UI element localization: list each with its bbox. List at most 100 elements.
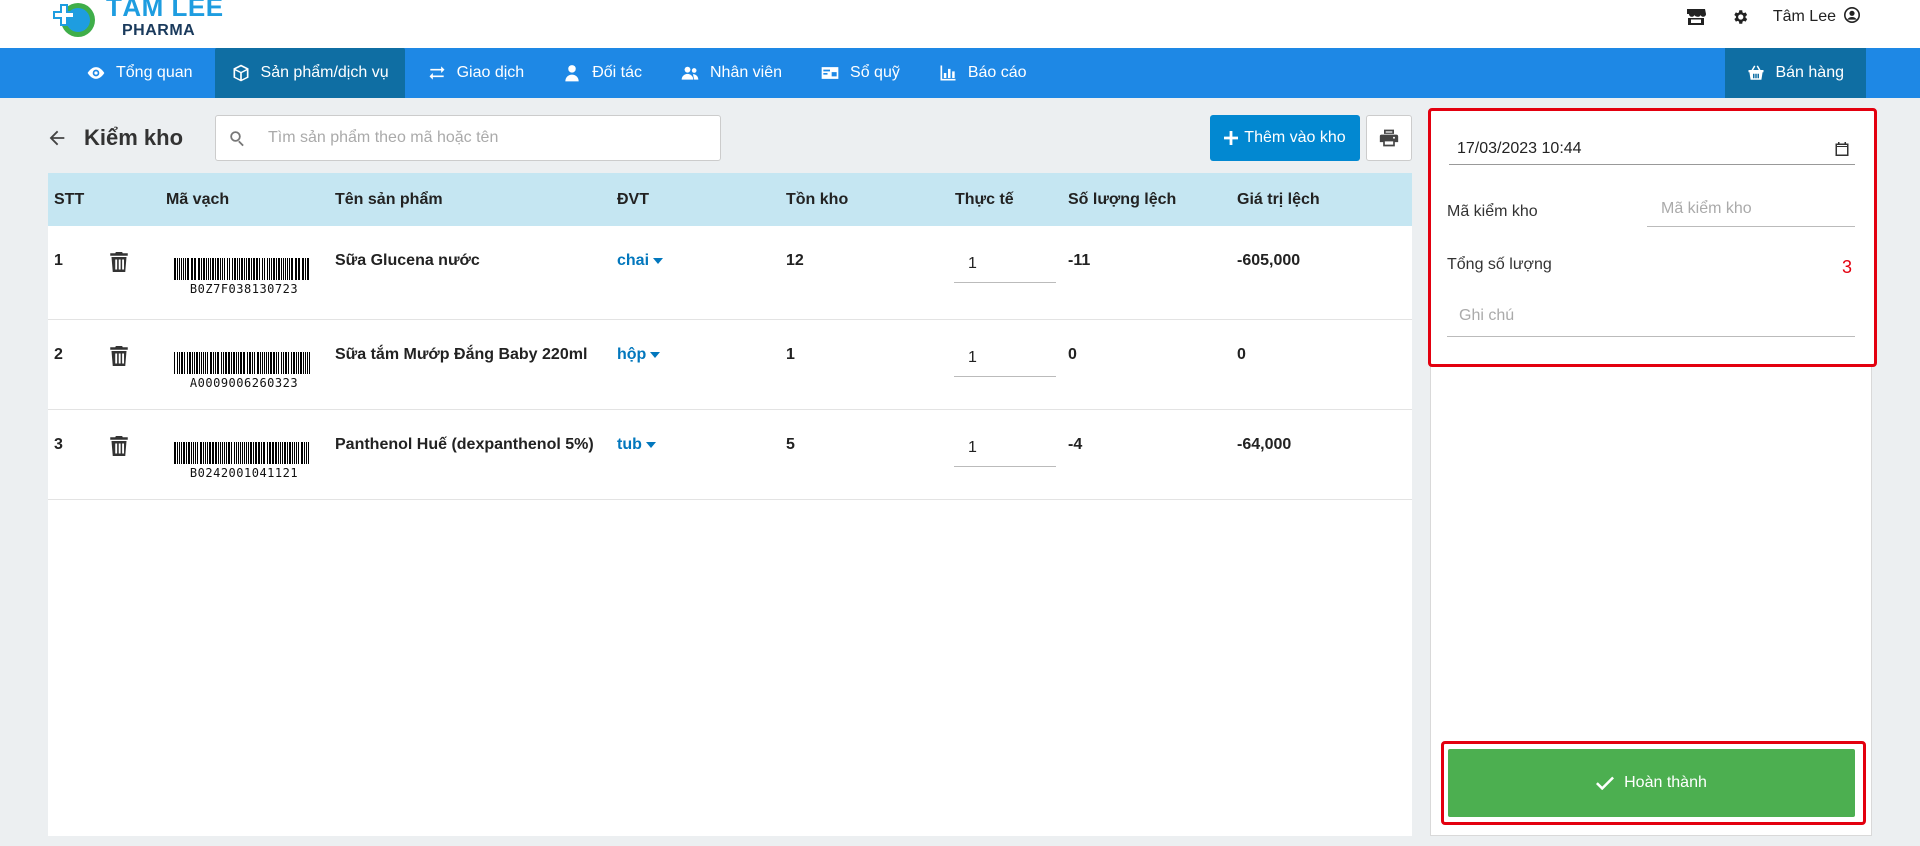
barcode: B0242001041121 (174, 442, 314, 480)
col-actual: Thực tế (955, 190, 1014, 208)
trash-icon[interactable] (110, 436, 128, 456)
col-stock: Tồn kho (786, 190, 849, 208)
logo[interactable]: TÂM LEE PHARMA (52, 0, 224, 42)
datetime-field[interactable]: 17/03/2023 10:44 (1449, 133, 1855, 165)
product-name: Panthenol Huế (dexpanthenol 5%) (335, 436, 594, 453)
diff-value: 0 (1237, 346, 1246, 363)
money-card-icon (821, 67, 839, 79)
nav-label: Nhân viên (709, 64, 783, 81)
col-barcode: Mã vạch (166, 190, 230, 208)
barcode-number: B0242001041121 (189, 466, 299, 480)
table-row: 2 A0009006260323 Sữa tắm Mướp Đắng Baby … (48, 320, 1412, 410)
store-icon[interactable] (1685, 6, 1707, 28)
stocktake-form: 17/03/2023 10:44 Mã kiểm kho Tổng số lượ… (1428, 108, 1877, 367)
user-name: Tâm Lee (1772, 8, 1836, 25)
diff-qty: -4 (1068, 436, 1083, 453)
main-nav: Tổng quan Sản phẩm/dịch vụ Giao dịch Đối… (0, 48, 1920, 98)
code-label: Mã kiểm kho (1447, 203, 1538, 220)
nav-label: Báo cáo (967, 64, 1027, 81)
caret-down-icon (653, 258, 664, 264)
table-header: STT Mã vạch Tên sản phẩm ĐVT Tồn kho Thự… (48, 173, 1412, 226)
top-header: TÂM LEE PHARMA Tâm Lee (0, 0, 1920, 48)
row-stt: 3 (54, 436, 63, 453)
print-button[interactable] (1366, 115, 1412, 161)
product-name: Sữa tắm Mướp Đắng Baby 220ml (335, 346, 588, 363)
product-search (215, 115, 721, 161)
calendar-icon[interactable] (1835, 141, 1849, 156)
note-input[interactable] (1447, 299, 1855, 337)
page-title: Kiểm kho (84, 125, 184, 150)
barcode-bars (174, 442, 314, 464)
finish-label: Hoàn thành (1624, 774, 1707, 791)
actual-qty-input[interactable] (954, 245, 1056, 283)
unit-dropdown[interactable]: hộp (617, 346, 661, 364)
plus-icon (1224, 131, 1239, 145)
col-unit: ĐVT (617, 190, 649, 208)
back-arrow-icon[interactable] (46, 127, 68, 149)
page-header: Kiểm kho (46, 114, 183, 162)
col-diff-value: Giá trị lệch (1237, 190, 1320, 208)
diff-qty: 0 (1068, 346, 1077, 363)
barcode-number: B0Z7F038130723 (189, 282, 299, 296)
eye-icon (87, 67, 105, 79)
nav-item-staff[interactable]: Nhân viên (664, 48, 798, 98)
caret-down-icon (645, 442, 656, 448)
stock-qty: 1 (786, 346, 795, 363)
nav-item-partners[interactable]: Đối tác (546, 48, 658, 98)
search-input[interactable] (268, 129, 708, 147)
printer-icon (1379, 129, 1399, 147)
col-stt: STT (54, 190, 85, 208)
datetime-value: 17/03/2023 10:44 (1457, 139, 1582, 157)
box-icon (233, 64, 249, 82)
barcode: A0009006260323 (174, 352, 314, 390)
finish-button[interactable]: Hoàn thành (1448, 749, 1855, 817)
nav-label: Giao dịch (456, 64, 525, 81)
nav-item-products[interactable]: Sản phẩm/dịch vụ (214, 48, 405, 98)
exchange-icon (429, 66, 445, 80)
gear-icon[interactable] (1729, 6, 1751, 28)
add-to-stock-button[interactable]: Thêm vào kho (1210, 115, 1360, 161)
user-circle-icon (1844, 6, 1860, 28)
unit-dropdown[interactable]: chai (617, 252, 664, 270)
logo-mark-icon (52, 0, 100, 42)
check-icon (1596, 776, 1615, 790)
nav-label: Sản phẩm/dịch vụ (260, 64, 389, 81)
nav-item-transactions[interactable]: Giao dịch (411, 48, 541, 98)
table-row: 3 B0242001041121 Panthenol Huế (dexpanth… (48, 410, 1412, 500)
barcode-number: A0009006260323 (189, 376, 299, 390)
col-product-name: Tên sản phẩm (335, 190, 443, 208)
unit-dropdown[interactable]: tub (617, 436, 656, 454)
diff-qty: -11 (1068, 252, 1091, 269)
unit-label: chai (617, 252, 650, 269)
table-row: 1 B0Z7F038130723 Sữa Glucena nước chai 1… (48, 226, 1412, 320)
nav-item-cashbook[interactable]: Sổ quỹ (804, 48, 916, 98)
nav-label: Đối tác (592, 64, 642, 81)
user-tie-icon (565, 65, 579, 82)
row-stt: 2 (54, 346, 63, 363)
product-name: Sữa Glucena nước (335, 252, 480, 269)
sell-button[interactable]: Bán hàng (1725, 48, 1866, 98)
user-menu[interactable]: Tâm Lee (1772, 6, 1860, 28)
row-stt: 1 (54, 252, 63, 269)
basket-icon (1748, 65, 1764, 80)
trash-icon[interactable] (110, 252, 128, 272)
sell-label: Bán hàng (1775, 64, 1844, 81)
nav-item-overview[interactable]: Tổng quan (70, 48, 209, 98)
total-label: Tổng số lượng (1447, 256, 1552, 273)
barcode-bars (174, 258, 314, 280)
nav-label: Tổng quan (116, 64, 193, 81)
add-button-label: Thêm vào kho (1244, 129, 1346, 146)
nav-item-reports[interactable]: Báo cáo (922, 48, 1043, 98)
barcode: B0Z7F038130723 (174, 258, 314, 296)
brand-subtitle: PHARMA (122, 22, 196, 39)
total-value: 3 (1841, 257, 1852, 277)
stocktake-code-input[interactable] (1647, 191, 1855, 227)
unit-label: tub (617, 436, 642, 453)
trash-icon[interactable] (110, 346, 128, 366)
stock-qty: 5 (786, 436, 795, 453)
actual-qty-input[interactable] (954, 429, 1056, 467)
actual-qty-input[interactable] (954, 339, 1056, 377)
chart-icon (940, 65, 956, 81)
barcode-bars (174, 352, 314, 374)
nav-label: Sổ quỹ (850, 64, 900, 81)
